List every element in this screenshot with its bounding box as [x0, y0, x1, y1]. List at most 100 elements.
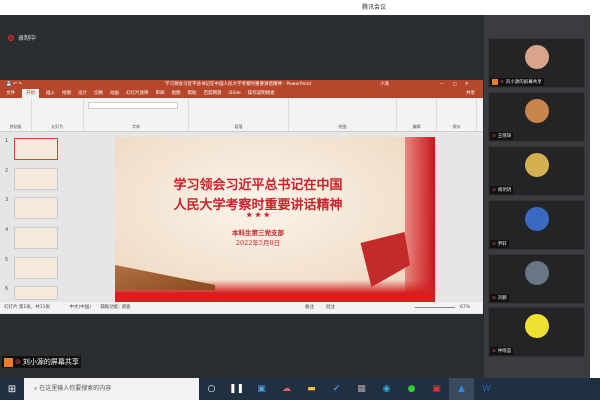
great-wall-image [115, 265, 215, 290]
share-button[interactable]: 共享 [466, 89, 475, 98]
window-controls[interactable]: —□✕ [440, 80, 477, 89]
mic-muted-icon: ⊘ [492, 295, 496, 301]
thumb-number: 3 [5, 197, 9, 203]
mic-muted-icon: ⊘ [492, 348, 496, 354]
thumb-number: 4 [5, 227, 9, 233]
tab-animations[interactable]: 动画 [110, 89, 119, 98]
group-label: 幻灯片 [51, 124, 64, 129]
participant-tile[interactable]: ⊘ 仲晓蓝 [488, 307, 585, 357]
screen-share-label: ⊘ 刘小源的屏幕共享 [2, 356, 81, 368]
thumb-number: 2 [5, 168, 9, 174]
tab-help[interactable]: 帮助 [188, 89, 197, 98]
search-placeholder: 在这里输入你要搜索的内容 [39, 385, 112, 392]
tab-file[interactable]: 文件 [6, 89, 15, 98]
pdf-app-icon[interactable]: ▣ [424, 378, 449, 400]
windows-start-icon[interactable]: ⊞ [0, 384, 24, 395]
tab-slideshow[interactable]: 幻灯片放映 [126, 89, 149, 98]
file-explorer-icon[interactable]: ▬ [299, 378, 324, 400]
group-label: 字体 [132, 124, 140, 129]
notes-button[interactable]: 备注 [305, 302, 314, 313]
host-icon [4, 357, 13, 367]
slide-canvas[interactable]: 学习领会习近平总书记在中国 人民大学考察时重要讲话精神 ★ ★ ★ 本科生第三党… [115, 137, 435, 302]
tab-design[interactable]: 设计 [78, 89, 87, 98]
slide-subtitle: 本科生第三党支部 [232, 229, 284, 237]
wechat-icon[interactable]: ● [399, 378, 424, 400]
save-icon[interactable]: 💾 ↶ ↷ [6, 80, 22, 89]
status-bar: 幻灯片 第1张，共11张 中文(中国) 辅助功能: 调查 备注 批注 67% [0, 302, 483, 313]
slide-thumbnail[interactable] [14, 138, 58, 160]
participant-tile[interactable]: ⊘ 王晓琦 [488, 92, 585, 142]
mic-muted-icon: ⊘ [492, 133, 496, 139]
contacts-app-icon[interactable]: ▣ [249, 378, 274, 400]
group-editing[interactable]: 编辑 [397, 98, 437, 131]
tab-islide[interactable]: iSlide [229, 89, 241, 98]
participant-panel: ⊘ 刘小源的屏幕共享 ⊘ 王晓琦 ⊘ 胡玥玥 ⊘ 尹轩 ⊘ 刘鹏 ⊘ 仲晓蓝 [484, 15, 590, 378]
host-icon [492, 79, 498, 85]
app-icon[interactable]: ☁ [274, 378, 299, 400]
tab-transitions[interactable]: 切换 [94, 89, 103, 98]
mic-muted-icon: ⊘ [500, 79, 504, 85]
app-title: 腾讯会议 [362, 4, 387, 11]
taskbar-search[interactable]: ⌕ 在这里输入你要搜索的内容 [24, 378, 199, 400]
powerpoint-window: 💾 ↶ ↷ 学习领会习近平总书记在中国人民大学考察时重要讲话精神 - Power… [0, 80, 483, 314]
participant-name: 王晓琦 [497, 134, 512, 139]
group-label: 段落 [234, 124, 243, 129]
ppt-title-bar: 💾 ↶ ↷ 学习领会习近平总书记在中国人民大学考察时重要讲话精神 - Power… [0, 80, 483, 89]
avatar [525, 45, 549, 69]
red-curtain [405, 137, 435, 302]
font-select[interactable] [88, 102, 178, 109]
zoom-level[interactable]: 67% [460, 302, 470, 313]
title-bar: 腾讯会议 [0, 0, 600, 15]
side-strip [590, 15, 600, 378]
group-font[interactable]: 字体 [84, 98, 189, 131]
group-save[interactable]: 保存 [437, 98, 477, 131]
tab-home[interactable]: 开始 [22, 89, 39, 98]
avatar [525, 314, 549, 338]
todo-icon[interactable]: ✔ [324, 378, 349, 400]
recording-indicator[interactable]: 录制中 [8, 33, 36, 42]
avatar [525, 207, 549, 231]
tab-insert[interactable]: 插入 [46, 89, 55, 98]
participant-tile[interactable]: ⊘ 尹轩 [488, 200, 585, 250]
word-icon[interactable]: W [474, 378, 499, 400]
group-drawing[interactable]: 绘图 [289, 98, 397, 131]
group-label: 绘图 [338, 124, 347, 129]
task-view-icon[interactable]: ❚❚ [224, 378, 249, 400]
avatar [525, 99, 549, 123]
document-title: 学习领会习近平总书记在中国人民大学考察时重要讲话精神 - PowerPoint [165, 82, 312, 87]
slide-thumbnail[interactable] [14, 168, 58, 190]
participant-tile[interactable]: ⊘ 刘小源的屏幕共享 [488, 38, 585, 88]
group-clipboard[interactable]: 剪贴板 [0, 98, 32, 131]
user-name[interactable]: 小泽 [380, 80, 389, 89]
tab-baidu[interactable]: 百度网盘 [204, 89, 222, 98]
thumb-number: 6 [5, 286, 9, 292]
slide-thumbnail[interactable] [14, 286, 58, 300]
accessibility[interactable]: 辅助功能: 调查 [100, 305, 130, 310]
participant-tile[interactable]: ⊘ 刘鹏 [488, 254, 585, 304]
slide-title-line1: 学习领会习近平总书记在中国 [173, 178, 343, 193]
taskbar: ⊞ ⌕ 在这里输入你要搜索的内容 ○ ❚❚ ▣ ☁ ▬ ✔ ▦ ◉ ● ▣ ▲ … [0, 378, 600, 400]
group-slides[interactable]: 幻灯片 [32, 98, 84, 131]
slide-thumbnail[interactable] [14, 227, 58, 249]
tab-review[interactable]: 审阅 [156, 89, 165, 98]
share-label-text: 刘小源的屏幕共享 [22, 358, 79, 366]
tell-me-search[interactable]: 操作说明搜索 [248, 89, 275, 98]
group-paragraph[interactable]: 段落 [189, 98, 289, 131]
participant-name: 刘鹏 [497, 296, 507, 301]
tencent-meeting-icon[interactable]: ▲ [449, 378, 474, 400]
slide-thumbnail[interactable] [14, 197, 58, 219]
zoom-slider[interactable] [415, 307, 455, 308]
group-label: 剪贴板 [9, 124, 22, 129]
slide-thumbnail[interactable] [14, 257, 58, 279]
cortana-icon[interactable]: ○ [199, 378, 224, 400]
thumb-number: 1 [5, 138, 9, 144]
tab-draw[interactable]: 绘图 [62, 89, 71, 98]
language[interactable]: 中文(中国) [69, 305, 91, 310]
group-label: 编辑 [412, 124, 421, 129]
calculator-icon[interactable]: ▦ [349, 378, 374, 400]
tab-view[interactable]: 视图 [172, 89, 181, 98]
thumb-number: 5 [5, 257, 9, 263]
edge-icon[interactable]: ◉ [374, 378, 399, 400]
participant-tile[interactable]: ⊘ 胡玥玥 [488, 146, 585, 196]
comments-button[interactable]: 批注 [326, 302, 335, 313]
